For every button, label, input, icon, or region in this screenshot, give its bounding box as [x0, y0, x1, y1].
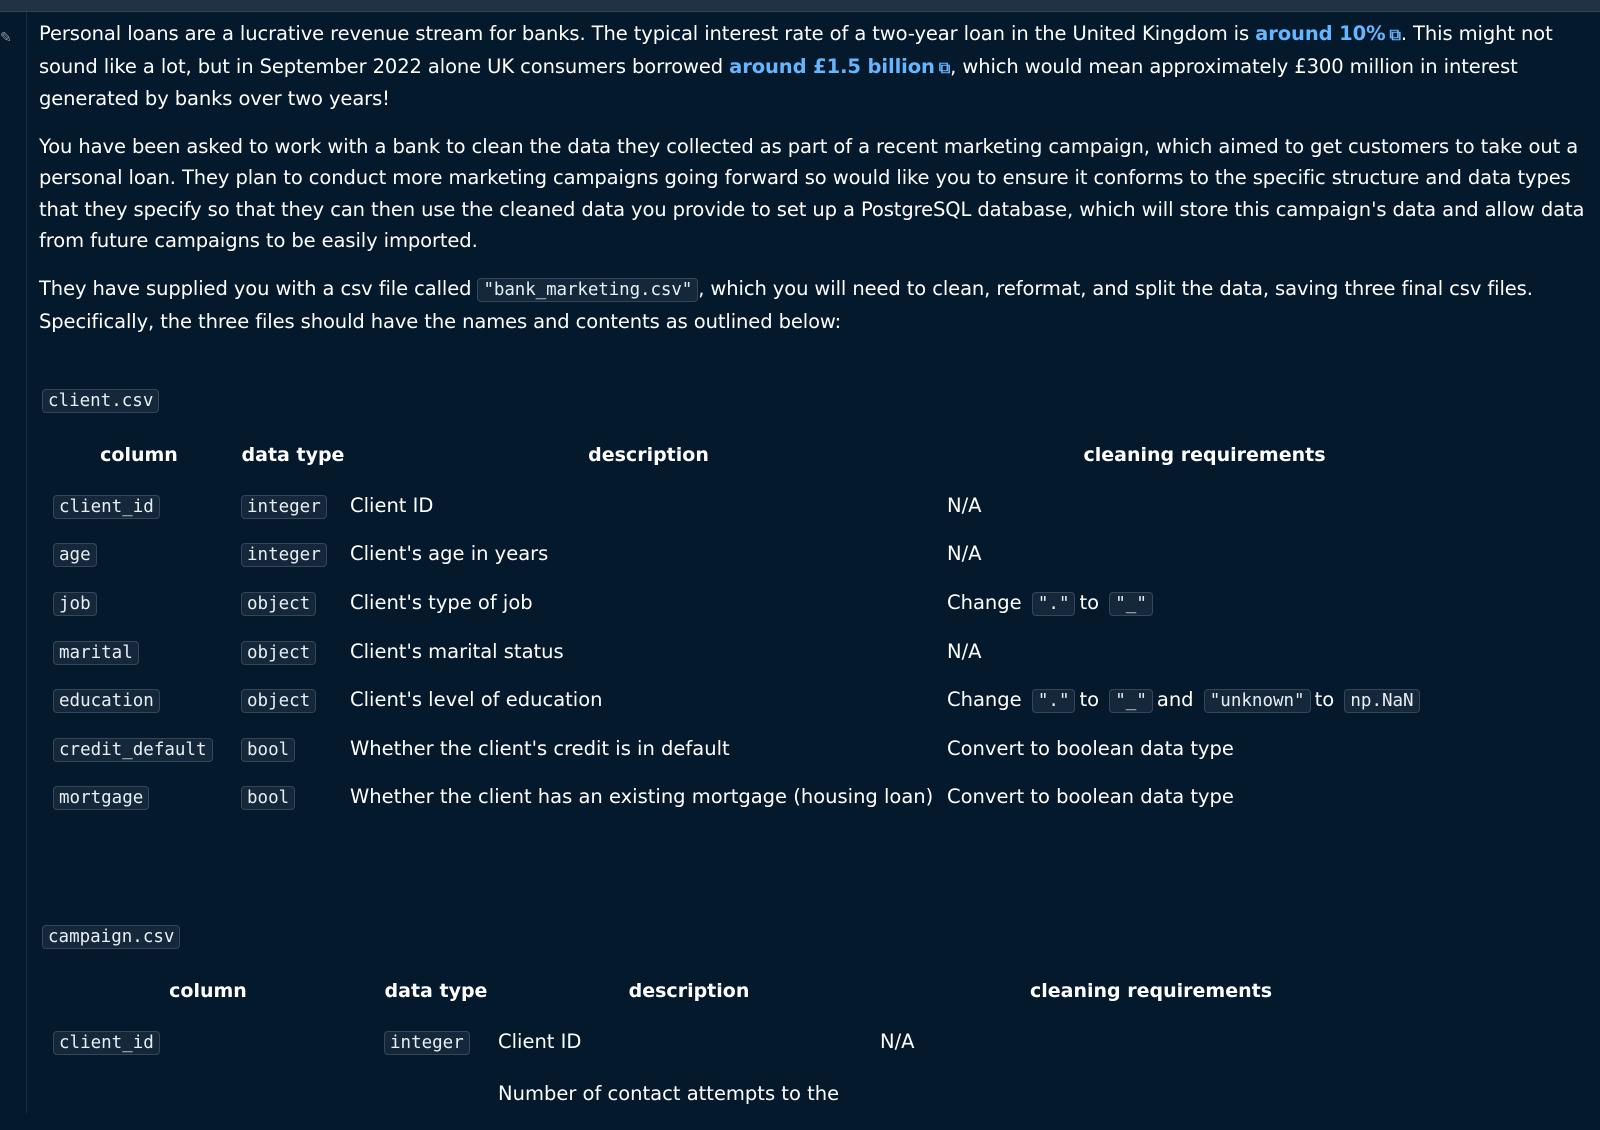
- external-link-icon: ⧉: [938, 57, 951, 77]
- column-name: mortgage: [53, 786, 150, 811]
- column-name: education: [53, 689, 160, 714]
- column-name: age: [53, 543, 97, 568]
- column-type: object: [241, 640, 317, 665]
- column-name: client_id: [53, 494, 160, 519]
- cell-gutter: ✎: [0, 12, 27, 1113]
- column-cleaning: Change "." to "_" and "unknown" to np.NaN: [947, 675, 1462, 724]
- intro-paragraph-3: They have supplied you with a csv file c…: [39, 273, 1587, 338]
- column-type: integer: [241, 494, 327, 519]
- table-row: marital object Client's marital status N…: [42, 627, 1462, 676]
- header-column: column: [100, 444, 178, 466]
- column-description: Client's age in years: [350, 542, 549, 566]
- column-type: integer: [384, 1030, 470, 1055]
- header-cleaning: cleaning requirements: [1083, 444, 1326, 466]
- table-row: client_id integer Client ID N/A: [42, 1017, 1422, 1066]
- edit-pen-icon[interactable]: ✎: [0, 30, 12, 46]
- column-name: credit_default: [53, 737, 213, 762]
- cleaning-text: Change: [947, 590, 1022, 614]
- column-cleaning: Convert to boolean data type: [947, 736, 1234, 760]
- column-type: integer: [241, 543, 327, 568]
- campaign-table: column data type description cleaning re…: [42, 965, 1422, 1130]
- column-cleaning: N/A: [880, 1029, 915, 1053]
- column-cleaning: N/A: [947, 639, 982, 663]
- cleaning-code: ".": [1031, 591, 1076, 616]
- external-link-icon: ⧉: [1389, 25, 1401, 44]
- borrowing-link[interactable]: around £1.5 billion ⧉: [729, 55, 950, 78]
- column-description: Client ID: [350, 493, 434, 517]
- cleaning-text: and: [1156, 688, 1194, 712]
- header-description: description: [588, 444, 709, 466]
- column-description: Client's marital status: [350, 639, 564, 663]
- link-text: around £1.5 billion: [729, 54, 935, 78]
- link-text: around 10%: [1255, 22, 1386, 45]
- table-row: client_id integer Client ID N/A: [42, 481, 1462, 530]
- cleaning-code: "unknown": [1203, 689, 1311, 714]
- markdown-cell: Personal loans are a lucrative revenue s…: [39, 18, 1587, 354]
- table-row: credit_default bool Whether the client's…: [42, 724, 1462, 773]
- column-type: object: [241, 591, 317, 616]
- table-row: Number of contact attempts to the: [42, 1066, 1422, 1130]
- top-bar: [0, 0, 1600, 12]
- header-description: description: [628, 980, 750, 1002]
- column-type: object: [241, 689, 317, 714]
- column-name: job: [53, 591, 97, 616]
- intro-paragraph-1: Personal loans are a lucrative revenue s…: [39, 18, 1587, 115]
- column-description: Client ID: [498, 1029, 582, 1053]
- cleaning-text: to: [1314, 688, 1335, 712]
- cleaning-code: "_": [1109, 689, 1153, 714]
- column-type: bool: [241, 786, 296, 811]
- column-cleaning: N/A: [947, 493, 982, 517]
- column-description: Whether the client's credit is in defaul…: [350, 736, 730, 760]
- table-row: job object Client's type of job Change "…: [42, 578, 1462, 627]
- column-description: Number of contact attempts to the: [498, 1081, 840, 1105]
- column-type: bool: [241, 737, 296, 762]
- source-file-code: "bank_marketing.csv": [477, 277, 699, 302]
- cleaning-text: to: [1079, 688, 1100, 712]
- table-row: mortgage bool Whether the client has an …: [42, 773, 1462, 822]
- header-data-type: data type: [384, 980, 488, 1002]
- column-description: Whether the client has an existing mortg…: [350, 785, 934, 809]
- table-header-row: column data type description cleaning re…: [42, 429, 1462, 481]
- campaign-file-label: campaign.csv: [42, 925, 181, 949]
- column-description: Client's level of education: [350, 688, 603, 712]
- header-data-type: data type: [241, 444, 345, 466]
- table-header-row: column data type description cleaning re…: [42, 965, 1422, 1017]
- cleaning-code: ".": [1031, 689, 1076, 714]
- column-cleaning: Change "." to "_": [947, 578, 1462, 627]
- intro-text: Personal loans are a lucrative revenue s…: [39, 22, 1256, 45]
- column-cleaning: Convert to boolean data type: [947, 785, 1234, 809]
- client-table: column data type description cleaning re…: [42, 429, 1462, 821]
- cleaning-code: "_": [1109, 591, 1153, 616]
- table-row: education object Client's level of educa…: [42, 675, 1462, 724]
- header-column: column: [169, 980, 247, 1002]
- column-name: marital: [53, 640, 139, 665]
- intro-paragraph-2: You have been asked to work with a bank …: [39, 134, 1585, 253]
- column-name: client_id: [53, 1030, 160, 1055]
- column-cleaning: N/A: [947, 542, 982, 566]
- cleaning-text: Change: [947, 688, 1022, 712]
- column-description: Client's type of job: [350, 590, 533, 614]
- client-file-label: client.csv: [42, 389, 160, 413]
- interest-rate-link[interactable]: around 10% ⧉: [1255, 22, 1401, 45]
- table-row: age integer Client's age in years N/A: [42, 530, 1462, 579]
- cleaning-text: to: [1079, 590, 1100, 614]
- header-cleaning: cleaning requirements: [1029, 980, 1273, 1002]
- intro-text: They have supplied you with a csv file c…: [39, 276, 478, 300]
- cleaning-code: np.NaN: [1344, 689, 1420, 714]
